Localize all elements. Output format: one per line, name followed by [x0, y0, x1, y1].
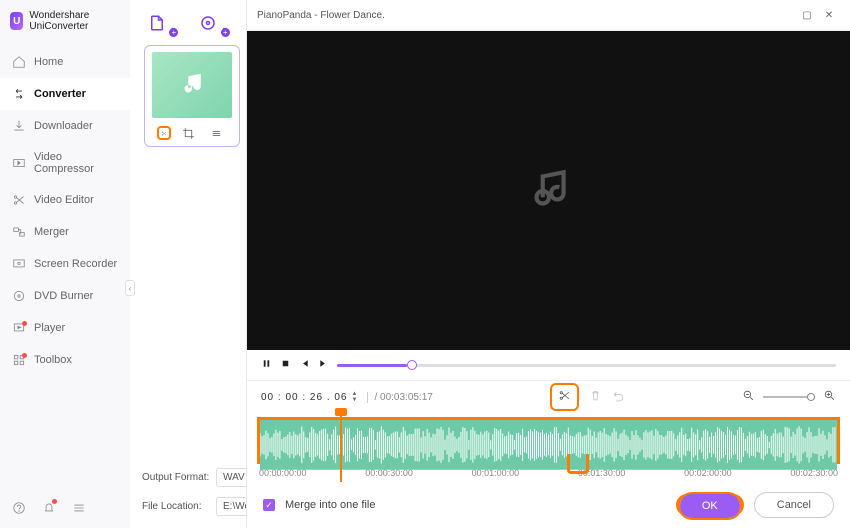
more-button[interactable] [209, 126, 223, 140]
sidebar-item-label: Converter [34, 88, 86, 100]
undo-button[interactable] [612, 389, 625, 405]
file-card[interactable] [144, 45, 240, 147]
add-disc-button[interactable]: +▾ [199, 14, 226, 35]
download-icon [12, 119, 26, 133]
sidebar-item-merger[interactable]: Merger [0, 216, 130, 248]
cancel-button[interactable]: Cancel [754, 492, 834, 518]
sidebar-item-label: Screen Recorder [34, 258, 117, 270]
merge-checkbox[interactable]: ✓ [263, 499, 275, 511]
sidebar-item-recorder[interactable]: Screen Recorder [0, 248, 130, 280]
brand-logo-icon: U [10, 12, 23, 30]
file-actions [161, 126, 223, 140]
zoom-out-button[interactable] [742, 389, 755, 405]
zoom-in-button[interactable] [823, 389, 836, 405]
sidebar-item-editor[interactable]: Video Editor [0, 184, 130, 216]
sidebar-item-converter[interactable]: Converter [0, 78, 130, 110]
output-format-label: Output Format: [142, 472, 210, 483]
editor-footer: ✓ Merge into one file OK Cancel [247, 478, 850, 528]
ok-highlight: OK [676, 494, 744, 516]
sidebar-item-compressor[interactable]: Video Compressor [0, 142, 130, 184]
disc-icon [12, 289, 26, 303]
playhead[interactable] [340, 412, 342, 482]
merge-label: Merge into one file [285, 499, 376, 511]
sidebar-item-label: Player [34, 322, 65, 334]
plus-icon: + [169, 28, 178, 37]
sidebar-item-label: Video Editor [34, 194, 94, 206]
file-location-label: File Location: [142, 501, 210, 512]
crop-button[interactable] [181, 126, 195, 140]
converter-icon [12, 87, 26, 101]
duration: / 00:03:05:17 [367, 392, 432, 403]
badge-dot [22, 321, 27, 326]
zoom-controls [742, 389, 836, 405]
scissors-icon [12, 193, 26, 207]
brand-name: Wondershare UniConverter [29, 10, 120, 32]
home-icon [12, 55, 26, 69]
editor-titlebar: PianoPanda - Flower Dance. ▢ ✕ [247, 0, 850, 31]
music-icon [524, 166, 574, 216]
delete-segment-button[interactable] [589, 389, 602, 405]
bell-icon[interactable] [42, 501, 56, 518]
badge-dot [22, 353, 27, 358]
menu-icon[interactable] [72, 501, 86, 518]
sidebar-item-label: Home [34, 56, 63, 68]
zoom-slider[interactable] [763, 396, 815, 398]
sidebar-footer [0, 491, 130, 528]
sidebar-item-downloader[interactable]: Downloader [0, 110, 130, 142]
sidebar-item-label: Downloader [34, 120, 93, 132]
time-stepper[interactable]: ▲▼ [352, 391, 358, 403]
sidebar-item-dvd[interactable]: DVD Burner [0, 280, 130, 312]
playhead-highlight [567, 454, 589, 474]
badge-dot [52, 499, 57, 504]
editor-title: PianoPanda - Flower Dance. [257, 10, 385, 21]
pause-button[interactable] [261, 358, 272, 372]
next-button[interactable] [318, 358, 329, 372]
file-thumbnail [152, 52, 232, 118]
prev-button[interactable] [299, 358, 310, 372]
progress-bar[interactable] [337, 364, 836, 367]
cut-button[interactable] [550, 383, 579, 411]
preview-area [247, 31, 850, 350]
maximize-button[interactable]: ▢ [796, 6, 818, 24]
sidebar-item-label: DVD Burner [34, 290, 93, 302]
add-file-button[interactable]: +▾ [148, 14, 175, 35]
brand: U Wondershare UniConverter [0, 0, 130, 46]
trim-button[interactable] [157, 126, 171, 140]
sidebar-item-label: Toolbox [34, 354, 72, 366]
sidebar: U Wondershare UniConverter Home Converte… [0, 0, 130, 528]
playback-controls [247, 350, 850, 381]
recorder-icon [12, 257, 26, 271]
sidebar-item-label: Video Compressor [34, 151, 118, 175]
compress-icon [12, 156, 26, 170]
stop-button[interactable] [280, 358, 291, 372]
sidebar-item-player[interactable]: Player [0, 312, 130, 344]
current-time[interactable]: 00 : 00 : 26 . 06 [261, 392, 348, 403]
plus-icon: + [221, 28, 230, 37]
sidebar-item-home[interactable]: Home [0, 46, 130, 78]
sidebar-item-label: Merger [34, 226, 69, 238]
nav: Home Converter Downloader Video Compress… [0, 46, 130, 491]
trim-editor: PianoPanda - Flower Dance. ▢ ✕ 00 : 00 :… [246, 0, 850, 528]
ok-button[interactable]: OK [680, 494, 740, 518]
waveform[interactable]: Segment 1 [257, 417, 840, 464]
close-button[interactable]: ✕ [818, 6, 840, 24]
merge-icon [12, 225, 26, 239]
help-icon[interactable] [12, 501, 26, 518]
sidebar-item-toolbox[interactable]: Toolbox [0, 344, 130, 376]
